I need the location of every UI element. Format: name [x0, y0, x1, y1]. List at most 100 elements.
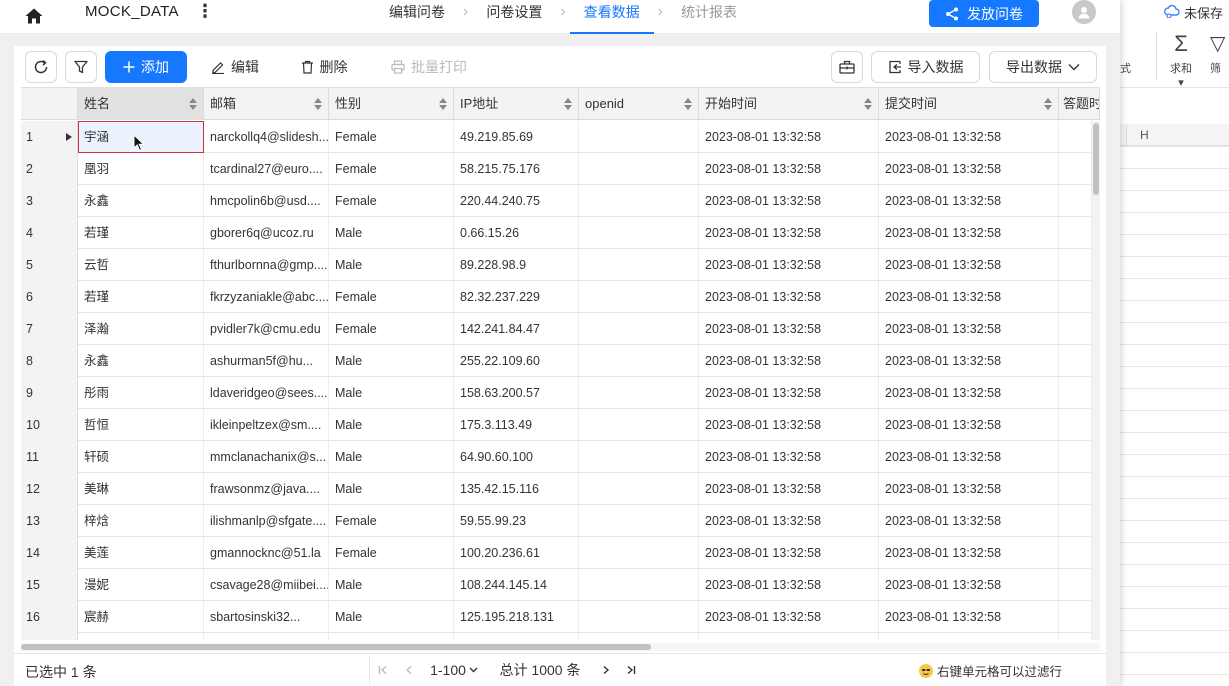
cell-gender[interactable]: Male	[329, 377, 454, 409]
column-header-start-time[interactable]: 开始时间	[699, 88, 879, 120]
cell-email[interactable]: gmannocknc@51.la	[204, 537, 329, 569]
cell-name[interactable]: 漫妮	[78, 569, 204, 601]
cell-openid[interactable]	[579, 217, 699, 249]
cell-openid[interactable]	[579, 601, 699, 633]
cell-openid[interactable]	[579, 249, 699, 281]
cell-ip[interactable]: 255.22.109.60	[454, 345, 579, 377]
cell-openid[interactable]	[579, 153, 699, 185]
import-data-button[interactable]: 导入数据	[871, 51, 980, 83]
cell-submit-time[interactable]: 2023-08-01 13:32:58	[879, 313, 1059, 345]
row-index[interactable]: 2	[21, 153, 78, 185]
row-index[interactable]: 16	[21, 601, 78, 633]
cell-name[interactable]: 哲恒	[78, 409, 204, 441]
cell-gender[interactable]: Female	[329, 505, 454, 537]
cell-submit-time[interactable]: 2023-08-01 13:32:58	[879, 217, 1059, 249]
next-page-icon[interactable]	[594, 656, 618, 684]
row-index[interactable]: 10	[21, 409, 78, 441]
cell-email[interactable]: frawsonmz@java....	[204, 473, 329, 505]
sort-icon[interactable]	[1044, 98, 1052, 110]
publish-survey-button[interactable]: 发放问卷	[929, 0, 1039, 27]
cell-duration[interactable]	[1059, 633, 1092, 640]
first-page-icon[interactable]	[370, 656, 396, 684]
cell-openid[interactable]	[579, 409, 699, 441]
add-button[interactable]: 添加	[105, 51, 187, 83]
sort-icon[interactable]	[684, 98, 692, 110]
column-header-name[interactable]: 姓名	[78, 88, 204, 120]
more-vertical-icon[interactable]: ⋮	[196, 2, 214, 20]
cell-email[interactable]: mmclanachanix@s...	[204, 441, 329, 473]
cell-gender[interactable]: Male	[329, 601, 454, 633]
cell-gender[interactable]: Male	[329, 249, 454, 281]
cell-openid[interactable]	[579, 313, 699, 345]
table-row[interactable]: 9 彤雨 ldaveridgeo@sees.... Male 158.63.200.57…	[21, 377, 1100, 409]
cell-ip[interactable]: 158.63.200.57	[454, 377, 579, 409]
cell-gender[interactable]: Female	[329, 185, 454, 217]
cell-openid[interactable]	[579, 473, 699, 505]
table-row[interactable]: 16 宸赫 sbartosinski32... Male 125.195.218.131…	[21, 601, 1100, 633]
cell-openid[interactable]	[579, 185, 699, 217]
cell-email[interactable]: csavage28@miibei....	[204, 569, 329, 601]
cell-email[interactable]	[204, 633, 329, 640]
filter-button[interactable]	[65, 51, 97, 83]
sort-icon[interactable]	[564, 98, 572, 110]
row-index[interactable]: 8	[21, 345, 78, 377]
cell-start-time[interactable]: 2023-08-01 13:32:58	[699, 441, 879, 473]
cell-name[interactable]: 泽瀚	[78, 313, 204, 345]
prev-page-icon[interactable]	[396, 656, 422, 684]
cell-email[interactable]: sbartosinski32...	[204, 601, 329, 633]
cell-ip[interactable]: 125.195.218.131	[454, 601, 579, 633]
table-row[interactable]: 17	[21, 633, 1100, 640]
column-header-ip[interactable]: IP地址	[454, 88, 579, 120]
cell-openid[interactable]	[579, 121, 699, 153]
cell-ip[interactable]: 108.244.145.14	[454, 569, 579, 601]
home-button[interactable]	[22, 4, 46, 28]
cell-email[interactable]: ilishmanlp@sfgate....	[204, 505, 329, 537]
cell-email[interactable]: hmcpolin6b@usd....	[204, 185, 329, 217]
horizontal-scrollbar[interactable]	[21, 643, 1100, 651]
cell-start-time[interactable]	[699, 633, 879, 640]
cell-gender[interactable]: Male	[329, 345, 454, 377]
cell-gender[interactable]: Male	[329, 473, 454, 505]
row-index[interactable]: 13	[21, 505, 78, 537]
cell-start-time[interactable]: 2023-08-01 13:32:58	[699, 377, 879, 409]
cell-start-time[interactable]: 2023-08-01 13:32:58	[699, 185, 879, 217]
row-index[interactable]: 6	[21, 281, 78, 313]
row-index[interactable]: 15	[21, 569, 78, 601]
cell-start-time[interactable]: 2023-08-01 13:32:58	[699, 249, 879, 281]
cell-openid[interactable]	[579, 633, 699, 640]
row-index[interactable]: 3	[21, 185, 78, 217]
table-row[interactable]: 15 漫妮 csavage28@miibei.... Male 108.244.145.…	[21, 569, 1100, 601]
table-row[interactable]: 10 哲恒 ikleinpeltzex@sm.... Male 175.3.113.49…	[21, 409, 1100, 441]
row-index[interactable]: 11	[21, 441, 78, 473]
cell-duration[interactable]	[1059, 409, 1092, 441]
spreadsheet-column-header[interactable]: H	[1120, 124, 1229, 146]
cell-start-time[interactable]: 2023-08-01 13:32:58	[699, 121, 879, 153]
vertical-scrollbar[interactable]	[1092, 121, 1100, 640]
tab-view-data[interactable]: 查看数据	[569, 0, 654, 34]
cell-duration[interactable]	[1059, 345, 1092, 377]
cell-ip[interactable]: 89.228.98.9	[454, 249, 579, 281]
cell-gender[interactable]: Female	[329, 313, 454, 345]
cell-openid[interactable]	[579, 377, 699, 409]
spreadsheet-grid[interactable]	[1120, 124, 1229, 686]
batch-print-button[interactable]: 批量打印	[386, 51, 472, 83]
cell-start-time[interactable]: 2023-08-01 13:32:58	[699, 473, 879, 505]
cell-ip[interactable]: 220.44.240.75	[454, 185, 579, 217]
cell-start-time[interactable]: 2023-08-01 13:32:58	[699, 217, 879, 249]
cell-submit-time[interactable]: 2023-08-01 13:32:58	[879, 121, 1059, 153]
cell-duration[interactable]	[1059, 121, 1092, 153]
cell-name[interactable]	[78, 633, 204, 640]
cell-duration[interactable]	[1059, 441, 1092, 473]
row-index[interactable]: 12	[21, 473, 78, 505]
sort-icon[interactable]	[314, 98, 322, 110]
cell-name[interactable]: 梓焓	[78, 505, 204, 537]
row-index[interactable]: 17	[21, 633, 78, 640]
cell-duration[interactable]	[1059, 537, 1092, 569]
edit-button[interactable]: 编辑	[205, 51, 265, 83]
sort-icon[interactable]	[189, 98, 197, 110]
row-index[interactable]: 7	[21, 313, 78, 345]
cell-name[interactable]: 宸赫	[78, 601, 204, 633]
table-row[interactable]: 6 若瑾 fkrzyzaniakle@abc.... Female 82.32.237.…	[21, 281, 1100, 313]
cell-ip[interactable]: 58.215.75.176	[454, 153, 579, 185]
cell-submit-time[interactable]	[879, 633, 1059, 640]
